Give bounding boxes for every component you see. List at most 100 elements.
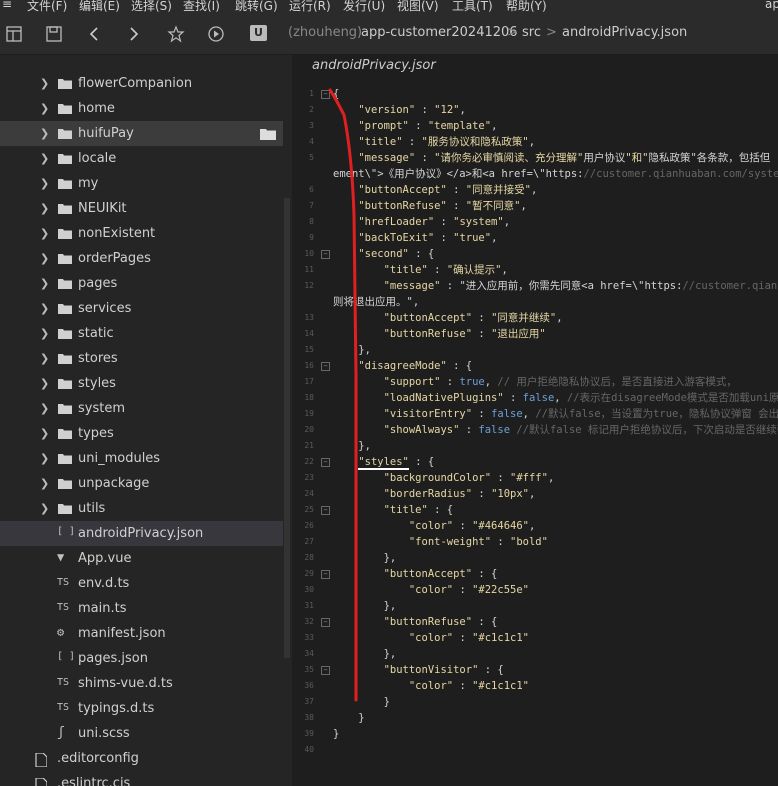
sidebar-scrollbar[interactable] — [284, 198, 290, 658]
chevron-right-icon[interactable]: ❯ — [40, 502, 50, 515]
folder-label: locale — [78, 151, 117, 166]
folder-item[interactable]: ❯ nonExistent — [0, 221, 283, 246]
chevron-right-icon[interactable]: ❯ — [40, 302, 50, 315]
breadcrumb-user[interactable]: (zhouheng) — [288, 25, 362, 40]
run-icon[interactable] — [206, 24, 226, 44]
file-item[interactable]: ▼ App.vue — [0, 546, 283, 571]
folder-item[interactable]: ❯ stores — [0, 346, 283, 371]
menu-item[interactable]: 发行(U) — [343, 0, 385, 14]
chevron-right-icon[interactable]: ❯ — [40, 102, 50, 115]
file-label: App.vue — [78, 551, 132, 566]
folder-item[interactable]: ❯ system — [0, 396, 283, 421]
folder-item[interactable]: ❯ static — [0, 321, 283, 346]
folder-label: huifuPay — [78, 126, 134, 141]
file-label: manifest.json — [78, 626, 166, 641]
chevron-right-icon[interactable]: ❯ — [40, 477, 50, 490]
folder-item[interactable]: ❯ pages — [0, 271, 283, 296]
chevron-right-icon[interactable]: ❯ — [40, 327, 50, 340]
folder-icon — [58, 503, 72, 514]
chevron-right-icon[interactable]: ❯ — [40, 77, 50, 90]
menu-item[interactable]: 视图(V) — [397, 0, 439, 14]
file-label: .editorconfig — [57, 751, 139, 766]
folder-item[interactable]: ❯ orderPages — [0, 246, 283, 271]
file-item[interactable]: .editorconfig — [0, 746, 283, 771]
file-item[interactable]: .eslintrc.cjs — [0, 771, 283, 786]
file-item[interactable]: ʃ uni.scss — [0, 721, 283, 746]
file-label: uni.scss — [78, 726, 130, 741]
folder-item[interactable]: ❯ unpackage — [0, 471, 283, 496]
panel-toggle-icon[interactable] — [4, 24, 24, 44]
menu-item[interactable]: 跳转(G) — [235, 0, 278, 14]
folder-item[interactable]: ❯ utils — [0, 496, 283, 521]
folder-label: orderPages — [78, 251, 151, 266]
folder-icon — [58, 278, 72, 289]
folder-label: stores — [78, 351, 118, 366]
folder-item[interactable]: ❯ home — [0, 96, 283, 121]
chevron-right-icon[interactable]: ❯ — [40, 427, 50, 440]
folder-icon — [58, 203, 72, 214]
folder-icon — [58, 353, 72, 364]
menu-bar: 文件(F) 编辑(E) 选择(S) 查找(I) 跳转(G) 运行(R) 发行(U) 视图(V)… — [0, 0, 778, 14]
folder-label: home — [78, 101, 115, 116]
typescript-file-icon: TS — [57, 577, 70, 588]
chevron-right-icon[interactable]: ❯ — [40, 252, 50, 265]
file-item[interactable]: [ ] androidPrivacy.json — [0, 521, 283, 546]
file-item[interactable]: [ ] pages.json — [0, 646, 283, 671]
breadcrumb-file[interactable]: androidPrivacy.json — [562, 25, 687, 40]
file-item[interactable]: TS env.d.ts — [0, 571, 283, 596]
folder-item[interactable]: ❯ services — [0, 296, 283, 321]
folder-label: uni_modules — [78, 451, 161, 466]
menu-item[interactable]: 文件(F) — [27, 0, 67, 14]
folder-item[interactable]: ❯ uni_modules — [0, 446, 283, 471]
breadcrumb-src[interactable]: src — [522, 25, 541, 40]
menu-item[interactable]: 查找(I) — [183, 0, 220, 14]
back-icon[interactable] — [84, 24, 104, 44]
folder-label: styles — [78, 376, 116, 391]
chevron-right-icon[interactable]: ❯ — [40, 152, 50, 165]
chevron-right-icon[interactable]: ❯ — [40, 452, 50, 465]
folder-item[interactable]: ❯ locale — [0, 146, 283, 171]
folder-label: services — [78, 301, 132, 316]
open-folder-icon[interactable] — [260, 128, 276, 140]
window-title: ap — [765, 0, 778, 11]
file-item[interactable]: TS main.ts — [0, 596, 283, 621]
folder-label: utils — [78, 501, 106, 516]
chevron-right-icon[interactable]: ❯ — [40, 177, 50, 190]
folder-item[interactable]: ❯ flowerCompanion — [0, 71, 283, 96]
folder-icon — [58, 428, 72, 439]
file-item[interactable]: ⚙ manifest.json — [0, 621, 283, 646]
folder-item[interactable]: ❯ huifuPay — [0, 121, 283, 146]
folder-icon — [58, 478, 72, 489]
chevron-right-icon[interactable]: ❯ — [40, 202, 50, 215]
app-menu-icon[interactable]: ≡ — [2, 0, 12, 11]
menu-item[interactable]: 选择(S) — [131, 0, 172, 14]
folder-item[interactable]: ❯ my — [0, 171, 283, 196]
chevron-right-icon[interactable]: ❯ — [40, 377, 50, 390]
folder-item[interactable]: ❯ styles — [0, 371, 283, 396]
menu-item[interactable]: 帮助(Y) — [506, 0, 547, 14]
star-icon[interactable] — [166, 24, 186, 44]
folder-item[interactable]: ❯ types — [0, 421, 283, 446]
file-item[interactable]: TS shims-vue.d.ts — [0, 671, 283, 696]
chevron-right-icon[interactable]: ❯ — [40, 227, 50, 240]
file-item[interactable]: TS typings.d.ts — [0, 696, 283, 721]
project-badge: U — [250, 25, 267, 41]
folder-label: static — [78, 326, 114, 341]
code-editor[interactable]: androidPrivacy.jsor 1−{2 "version" : "12… — [292, 55, 778, 786]
menu-item[interactable]: 工具(T) — [452, 0, 493, 14]
chevron-right-icon[interactable]: ❯ — [40, 352, 50, 365]
chevron-right-icon[interactable]: ❯ — [40, 402, 50, 415]
breadcrumb-project[interactable]: app-customer20241206 — [361, 25, 518, 40]
scss-file-icon: ʃ — [57, 725, 65, 740]
folder-label: unpackage — [78, 476, 150, 491]
folder-item[interactable]: ❯ NEUIKit — [0, 196, 283, 221]
breadcrumb-separator: > — [546, 25, 557, 40]
folder-icon — [58, 403, 72, 414]
menu-item[interactable]: 编辑(E) — [79, 0, 120, 14]
save-icon[interactable] — [44, 24, 64, 44]
folder-icon — [58, 378, 72, 389]
chevron-right-icon[interactable]: ❯ — [40, 277, 50, 290]
forward-icon[interactable] — [124, 24, 144, 44]
chevron-right-icon[interactable]: ❯ — [40, 127, 50, 140]
menu-item[interactable]: 运行(R) — [289, 0, 331, 14]
